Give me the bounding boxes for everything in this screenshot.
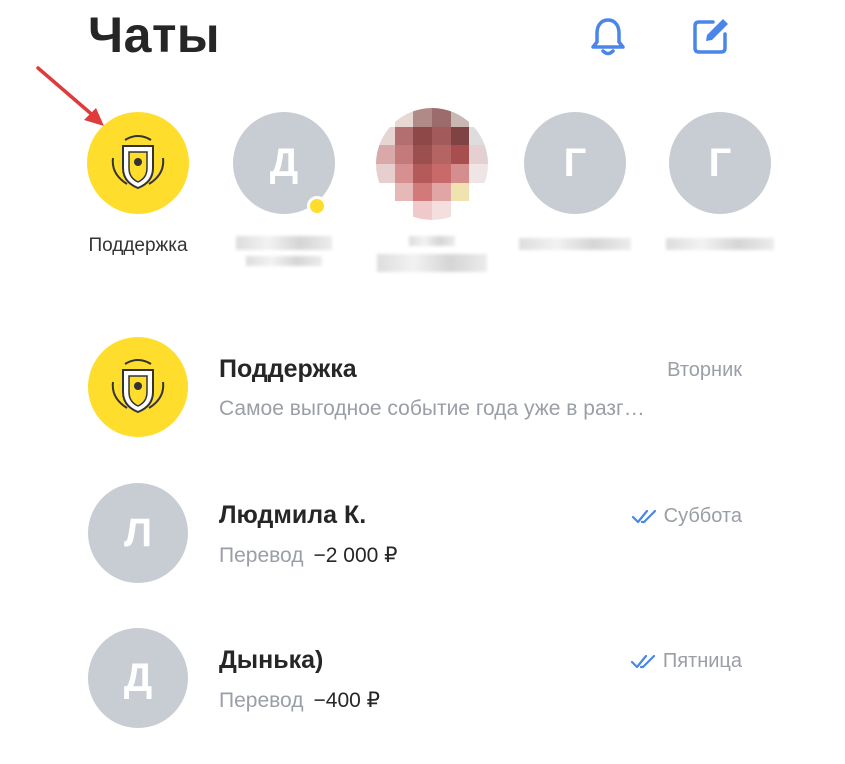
story-support[interactable]: Поддержка (68, 112, 208, 257)
double-check-icon (630, 654, 655, 668)
chat-date: Пятница (630, 650, 742, 673)
chat-date-text: Вторник (667, 359, 742, 381)
story-label: Поддержка (88, 235, 188, 256)
chat-date-text: Пятница (662, 650, 742, 672)
preview-amount: −400 ₽ (313, 689, 381, 712)
preview-label: Перевод (219, 544, 304, 567)
chat-name: Поддержка (219, 355, 357, 383)
double-check-icon (631, 509, 656, 523)
blurred-label (666, 238, 774, 250)
chat-item-lyudmila[interactable]: Л Людмила К. Суббота Перевод −2 000 ₽ (0, 483, 845, 593)
unread-dot (307, 196, 327, 216)
chat-item-support[interactable]: Поддержка Вторник Самое выгодное событие… (0, 337, 845, 447)
blurred-label (377, 254, 487, 272)
chat-date: Суббота (631, 505, 742, 528)
avatar: Д (88, 628, 188, 728)
blurred-label (246, 256, 322, 266)
compose-icon[interactable] (689, 14, 733, 58)
blurred-label (409, 236, 455, 246)
avatar-letter: Л (123, 510, 153, 555)
story-photo[interactable] (362, 108, 502, 272)
story-contact[interactable]: Д (214, 112, 354, 266)
avatar: Г (524, 112, 626, 214)
chat-date-text: Суббота (663, 505, 742, 527)
blurred-photo-avatar (376, 108, 488, 220)
preview-amount: −2 000 ₽ (313, 544, 398, 567)
avatar-letter: Д (123, 655, 153, 700)
tinkoff-logo-icon (88, 337, 188, 437)
avatar-letter: Д (269, 140, 299, 185)
chat-preview: Перевод −2 000 ₽ (219, 543, 398, 568)
avatar: Л (88, 483, 188, 583)
chat-preview: Самое выгодное событие года уже в разг… (219, 397, 645, 420)
preview-label: Перевод (219, 689, 304, 712)
avatar-letter: Г (563, 140, 587, 185)
chat-date: Вторник (667, 359, 742, 382)
chat-item-dynka[interactable]: Д Дынька) Пятница Перевод −400 ₽ (0, 628, 845, 738)
blurred-label (519, 238, 631, 250)
story-contact[interactable]: Г (650, 112, 790, 250)
avatar: Г (669, 112, 771, 214)
chat-name: Людмила К. (219, 501, 367, 529)
chat-name: Дынька) (219, 646, 324, 674)
chat-preview: Перевод −400 ₽ (219, 688, 380, 713)
page-title: Чаты (88, 7, 221, 63)
story-contact[interactable]: Г (505, 112, 645, 250)
tinkoff-logo-icon (87, 112, 189, 214)
bell-icon[interactable] (586, 14, 630, 58)
avatar: Д (233, 112, 335, 216)
blurred-label (236, 236, 332, 250)
avatar-letter: Г (708, 140, 732, 185)
